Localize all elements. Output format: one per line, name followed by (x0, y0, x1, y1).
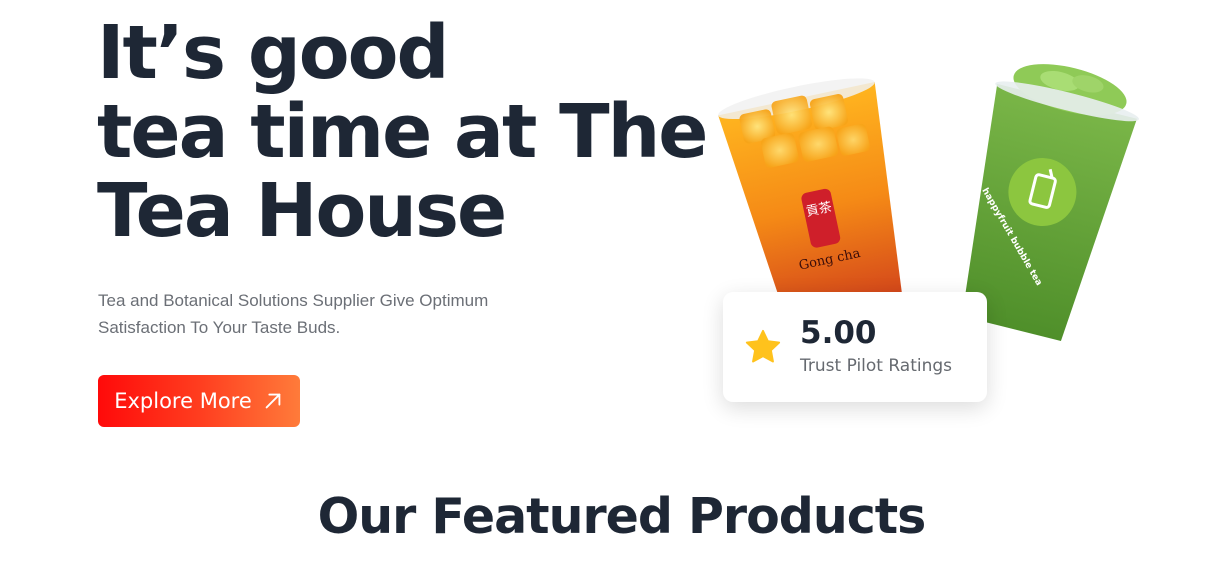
page: It’s good tea time at The Tea House Tea … (0, 0, 1213, 571)
rating-label: Trust Pilot Ratings (800, 356, 953, 376)
explore-more-button[interactable]: Explore More (98, 375, 300, 427)
hero-subtitle: Tea and Botanical Solutions Supplier Giv… (98, 291, 489, 337)
featured-products-heading: Our Featured Products (317, 488, 927, 545)
hero-title: It’s good tea time at The Tea House (97, 10, 708, 254)
hero-title-line-3: Tea House (97, 168, 507, 254)
hero-title-line-2: tea time at The (97, 89, 708, 175)
arrow-up-right-icon (265, 393, 281, 409)
hero-title-line-1: It’s good (97, 10, 449, 96)
rating-value: 5.00 (800, 315, 877, 351)
explore-more-label: Explore More (114, 389, 252, 413)
rating-card: 5.00 Trust Pilot Ratings (723, 292, 987, 402)
star-icon (745, 329, 781, 363)
